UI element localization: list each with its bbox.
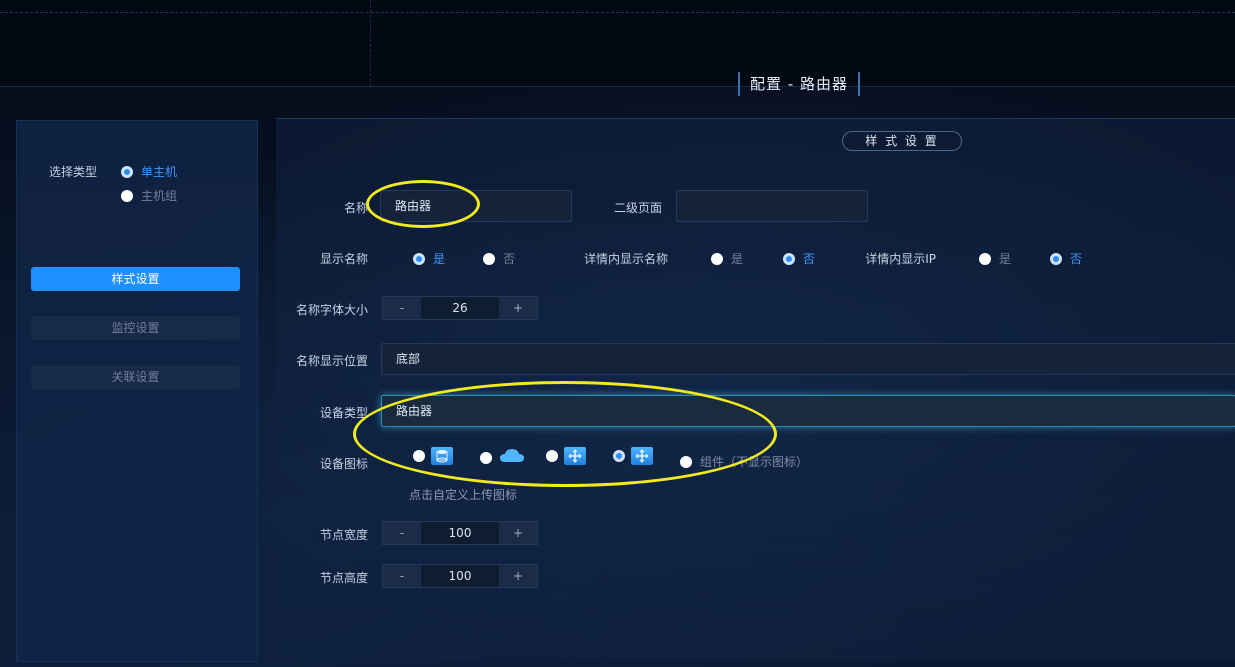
radio-icon[interactable] (783, 252, 795, 265)
increment-button[interactable]: + (499, 565, 537, 587)
option-label: 否 (803, 252, 816, 266)
radio-icon[interactable] (413, 450, 425, 462)
font-size-label: 名称字体大小 (295, 303, 368, 317)
decrement-button[interactable]: - (383, 297, 421, 319)
database-icon (431, 447, 453, 465)
page-title: 配置 - 路由器 (738, 72, 860, 96)
detail-show-ip-yes[interactable]: 是 (979, 250, 1011, 267)
name-position-label: 名称显示位置 (295, 354, 368, 368)
detail-show-name-label: 详情内显示名称 (583, 252, 668, 266)
cloud-icon (498, 447, 526, 468)
option-label: 是 (433, 252, 446, 266)
option-label: 是 (731, 252, 744, 266)
device-icon-option[interactable] (413, 447, 453, 465)
option-label: 否 (503, 252, 516, 266)
detail-show-ip-no[interactable]: 否 (1050, 250, 1082, 267)
increment-button[interactable]: + (499, 297, 537, 319)
node-width-value[interactable]: 100 (421, 522, 499, 544)
sidebar: 选择类型 单主机 主机组 样式设置 监控设置 关联设置 (16, 120, 258, 662)
node-width-label: 节点宽度 (319, 528, 368, 542)
node-height-stepper[interactable]: - 100 + (382, 564, 538, 588)
relation-settings-button[interactable]: 关联设置 (31, 365, 240, 389)
show-name-yes[interactable]: 是 (413, 250, 445, 267)
top-bar (0, 0, 1235, 87)
radio-icon[interactable] (121, 165, 133, 178)
upload-icon-link[interactable]: 点击自定义上传图标 (409, 486, 517, 503)
name-input[interactable]: 路由器 (380, 190, 572, 222)
device-icon-label: 设备图标 (319, 457, 368, 471)
radio-icon[interactable] (1050, 252, 1062, 265)
device-type-select[interactable]: 路由器 (381, 395, 1235, 427)
secondary-page-input[interactable] (676, 190, 868, 222)
node-height-value[interactable]: 100 (421, 565, 499, 587)
option-single-host[interactable]: 单主机 (121, 163, 177, 180)
radio-icon[interactable] (483, 252, 495, 265)
option-label: 单主机 (141, 165, 178, 179)
radio-icon[interactable] (680, 455, 692, 468)
show-name-no[interactable]: 否 (483, 250, 515, 267)
detail-show-name-no[interactable]: 否 (783, 250, 815, 267)
option-label: 主机组 (141, 189, 178, 203)
show-name-label: 显示名称 (319, 252, 368, 266)
router-icon (564, 447, 586, 465)
radio-icon[interactable] (979, 252, 991, 265)
radio-icon[interactable] (413, 252, 425, 265)
component-option-label: 组件（不显示图标） (700, 455, 809, 469)
decrement-button[interactable]: - (383, 565, 421, 587)
increment-button[interactable]: + (499, 522, 537, 544)
node-height-label: 节点高度 (319, 571, 368, 585)
device-icon-option[interactable] (546, 447, 586, 465)
select-type-label: 选择类型 (49, 165, 98, 179)
component-option[interactable]: 组件（不显示图标） (680, 453, 808, 470)
radio-icon[interactable] (711, 252, 723, 265)
router-icon (631, 447, 653, 465)
radio-icon[interactable] (546, 450, 558, 462)
option-host-group[interactable]: 主机组 (121, 187, 177, 204)
section-title: 样 式 设 置 (842, 131, 962, 151)
device-icon-option-selected[interactable] (613, 447, 653, 465)
name-label: 名称 (343, 201, 368, 215)
divider (0, 12, 1235, 13)
option-label: 否 (1070, 252, 1083, 266)
radio-icon[interactable] (613, 450, 625, 462)
node-width-stepper[interactable]: - 100 + (382, 521, 538, 545)
device-icon-option[interactable] (480, 447, 526, 468)
name-position-select[interactable]: 底部 (381, 343, 1235, 375)
radio-icon[interactable] (121, 189, 133, 202)
main-panel: 样 式 设 置 名称 路由器 二级页面 显示名称 是 否 详情内显示名称 是 否… (276, 118, 1235, 661)
detail-show-ip-label: 详情内显示IP (865, 252, 936, 266)
divider (370, 0, 371, 86)
radio-icon[interactable] (480, 451, 492, 464)
font-size-stepper[interactable]: - 26 + (382, 296, 538, 320)
secondary-page-label: 二级页面 (613, 201, 662, 215)
monitor-settings-button[interactable]: 监控设置 (31, 316, 240, 340)
decrement-button[interactable]: - (383, 522, 421, 544)
device-type-label: 设备类型 (319, 406, 368, 420)
detail-show-name-yes[interactable]: 是 (711, 250, 743, 267)
option-label: 是 (999, 252, 1012, 266)
style-settings-button[interactable]: 样式设置 (31, 267, 240, 291)
font-size-value[interactable]: 26 (421, 297, 499, 319)
